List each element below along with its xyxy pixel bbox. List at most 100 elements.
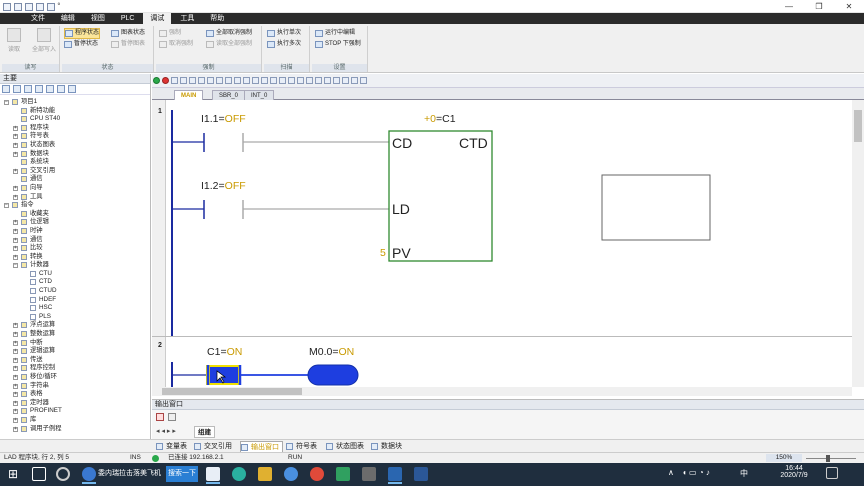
tree-item[interactable]: + 中断 <box>0 339 150 348</box>
search-button[interactable]: 搜索一下 <box>166 466 198 482</box>
task-label[interactable]: 委内瑞拉击落美飞机 <box>98 468 161 478</box>
close-button[interactable]: ✕ <box>834 0 864 13</box>
tree-tool-icon[interactable] <box>13 85 21 93</box>
tree-item[interactable]: CTUD <box>0 287 150 296</box>
pause-status-button[interactable]: 暂停状态 <box>64 40 98 49</box>
chrome-icon[interactable] <box>310 467 324 481</box>
all-cancel-force-button[interactable]: 全部取消强制 <box>206 29 252 38</box>
collapse-icon[interactable]: − <box>4 100 9 105</box>
menu-tools[interactable]: 工具 <box>173 13 201 24</box>
tree-item[interactable]: CPU ST40 <box>0 115 150 124</box>
execute-multi-button[interactable]: 执行多次 <box>267 40 301 49</box>
expand-icon[interactable]: + <box>13 237 18 243</box>
minimize-button[interactable]: — <box>774 0 804 13</box>
expand-icon[interactable]: + <box>13 323 18 329</box>
menu-file[interactable]: 文件 <box>24 13 52 24</box>
expand-icon[interactable]: + <box>13 246 18 252</box>
box-icon[interactable] <box>252 77 259 84</box>
tree-item[interactable]: + 数据块 <box>0 150 150 159</box>
cancel-force-button[interactable]: 取消强制 <box>159 40 193 49</box>
protect-icon[interactable] <box>360 77 367 84</box>
stop-icon[interactable] <box>162 77 169 84</box>
tree-item[interactable]: 收藏夹 <box>0 210 150 219</box>
stop-download-button[interactable]: STOP 下强制 <box>315 40 361 49</box>
output-tab-build[interactable]: 组建 <box>194 426 215 438</box>
tree-item[interactable]: − 项目1 <box>0 98 150 107</box>
folder-icon[interactable] <box>258 467 272 481</box>
symbol-icon[interactable] <box>288 77 295 84</box>
print-icon[interactable] <box>46 3 55 11</box>
tree-item[interactable]: + 整数运算 <box>0 330 150 339</box>
tab-int0[interactable]: INT_0 <box>244 90 275 100</box>
app-icon[interactable] <box>232 467 246 481</box>
save-icon[interactable] <box>35 3 44 11</box>
tree-tool-icon[interactable] <box>68 85 76 93</box>
task-view-icon[interactable] <box>32 467 46 481</box>
expand-icon[interactable]: + <box>13 151 18 157</box>
open-file-icon[interactable] <box>24 3 33 11</box>
editor-horizontal-scrollbar[interactable] <box>152 387 852 396</box>
tab-status-chart[interactable]: 状态图表 <box>326 441 364 452</box>
zoom-level[interactable]: 150% <box>766 454 802 462</box>
tree-item[interactable]: + 符号表 <box>0 132 150 141</box>
tree-item[interactable]: + 时钟 <box>0 227 150 236</box>
force-button[interactable]: 强制 <box>159 29 181 38</box>
tab-symbol-table[interactable]: 符号表 <box>286 441 317 452</box>
tray-icons[interactable]: ◖ ▭ ◔ ♪ <box>682 468 710 477</box>
tree-tool-icon[interactable] <box>24 85 32 93</box>
expand-icon[interactable]: + <box>13 185 18 191</box>
execute-single-button[interactable]: 执行单次 <box>267 29 301 38</box>
tree-item[interactable]: + 通信 <box>0 236 150 245</box>
tree-item[interactable]: + 程序块 <box>0 124 150 133</box>
tree-item[interactable]: + 交叉引用 <box>0 167 150 176</box>
expand-icon[interactable]: + <box>13 409 18 415</box>
new-file-icon[interactable] <box>13 3 22 11</box>
tree-tool-icon[interactable] <box>35 85 43 93</box>
expand-icon[interactable]: + <box>13 125 18 131</box>
expand-icon[interactable]: + <box>13 254 18 260</box>
scroll-thumb[interactable] <box>854 110 862 142</box>
program-status-button[interactable]: 程序状态 <box>64 28 101 39</box>
tree-item[interactable]: + 库 <box>0 416 150 425</box>
expand-icon[interactable]: + <box>13 357 18 363</box>
tree-tool-icon[interactable] <box>46 85 54 93</box>
branch-icon[interactable] <box>270 77 277 84</box>
expand-icon[interactable]: + <box>13 366 18 372</box>
scroll-thumb[interactable] <box>162 388 302 395</box>
pause-chart-button[interactable]: 暂停图表 <box>111 40 145 49</box>
tree-item[interactable]: + 定时器 <box>0 399 150 408</box>
tray-expand-icon[interactable]: ∧ <box>668 468 674 477</box>
replace-icon[interactable] <box>324 77 331 84</box>
line-icon[interactable] <box>261 77 268 84</box>
editor-vertical-scrollbar[interactable] <box>852 100 864 387</box>
chart-status-button[interactable]: 图表状态 <box>111 29 145 38</box>
expand-icon[interactable]: + <box>13 400 18 406</box>
expand-icon[interactable]: + <box>13 142 18 148</box>
write-all-button[interactable]: 全部写入 <box>30 28 58 53</box>
tree-item[interactable]: + 逻辑运算 <box>0 347 150 356</box>
tree-item[interactable]: − 计数器 <box>0 261 150 270</box>
clear-icon[interactable] <box>156 413 164 421</box>
tree-item[interactable]: + 移位/循环 <box>0 373 150 382</box>
tree-item[interactable]: + 比较 <box>0 244 150 253</box>
tree-item[interactable]: + 向导 <box>0 184 150 193</box>
tree-item[interactable]: + 传送 <box>0 356 150 365</box>
comment-icon[interactable] <box>279 77 286 84</box>
pin-icon[interactable] <box>168 413 176 421</box>
tab-variable-table[interactable]: 变量表 <box>156 441 187 452</box>
expand-icon[interactable]: + <box>13 392 18 398</box>
zoom-icon[interactable] <box>342 77 349 84</box>
expand-icon[interactable]: + <box>13 349 18 355</box>
windows-start-icon[interactable]: ⊞ <box>6 467 20 481</box>
tree-item[interactable]: + 状态图表 <box>0 141 150 150</box>
tab-data-block[interactable]: 数据块 <box>371 441 402 452</box>
insert-icon[interactable] <box>198 77 205 84</box>
expand-icon[interactable]: + <box>13 332 18 338</box>
expand-icon[interactable]: + <box>13 383 18 389</box>
expand-icon[interactable]: + <box>13 134 18 140</box>
s7-app-icon[interactable] <box>388 467 402 484</box>
tree-item[interactable]: 通信 <box>0 175 150 184</box>
zoom-slider-thumb[interactable] <box>826 455 830 462</box>
expand-icon[interactable]: + <box>13 168 18 174</box>
print-icon[interactable] <box>333 77 340 84</box>
